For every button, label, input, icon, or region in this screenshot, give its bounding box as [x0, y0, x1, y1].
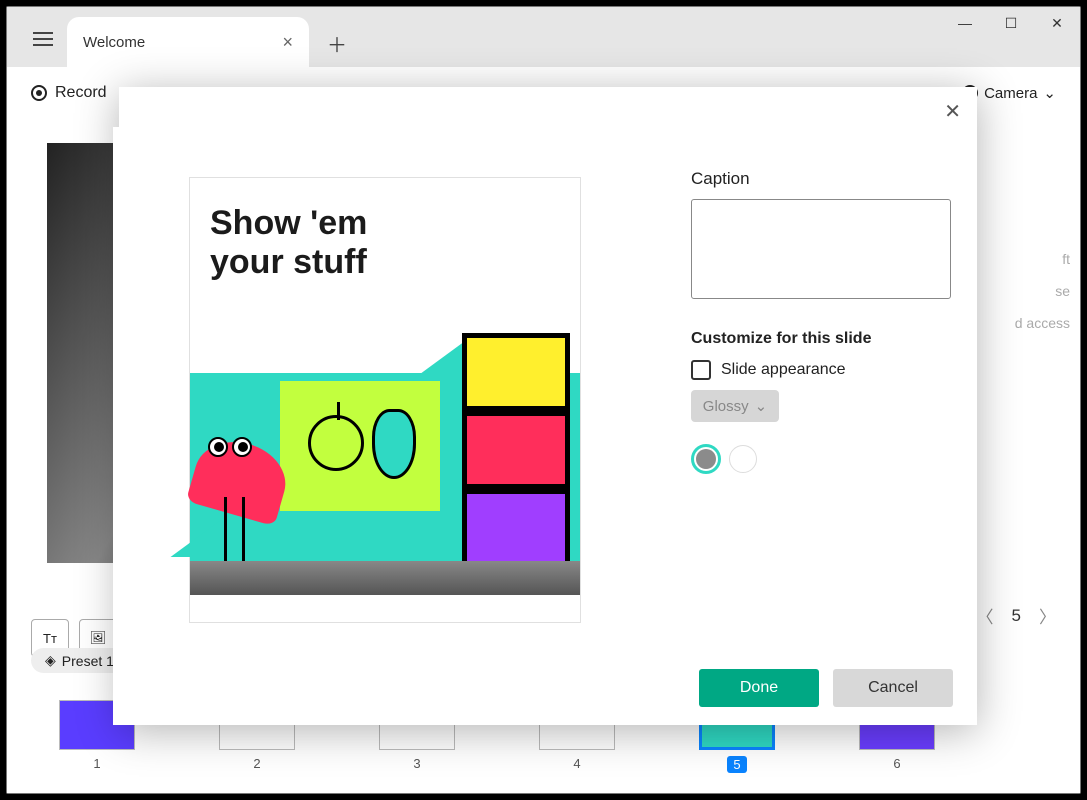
close-window-icon[interactable]: ✕	[1034, 7, 1080, 39]
slide-form: Caption Customize for this slide Slide a…	[691, 169, 981, 474]
slide-appearance-checkbox[interactable]	[691, 360, 711, 380]
next-slide-button[interactable]: 〉	[1039, 603, 1056, 628]
tab-title: Welcome	[83, 34, 145, 51]
slide-settings-modal: ✕ Show 'em your stuff	[119, 87, 977, 725]
preset-icon: ◈	[45, 652, 56, 669]
minimize-icon[interactable]: —	[942, 7, 988, 39]
customize-heading: Customize for this slide	[691, 330, 981, 348]
illustration-panels	[462, 333, 570, 567]
caption-label: Caption	[691, 169, 981, 189]
done-button[interactable]: Done	[699, 669, 819, 707]
color-swatch-selected[interactable]	[691, 444, 721, 474]
cancel-button[interactable]: Cancel	[833, 669, 953, 707]
tab-welcome[interactable]: Welcome ×	[67, 17, 309, 67]
modal-buttons: Done Cancel	[699, 669, 953, 707]
close-modal-button[interactable]: ✕	[944, 99, 961, 124]
illustration-highlight	[280, 381, 440, 511]
chevron-down-icon: ⌄	[755, 397, 768, 415]
panel-text: d access	[970, 315, 1070, 331]
camera-label: Camera	[984, 85, 1037, 102]
preset-label: Preset 1	[62, 653, 114, 669]
record-button[interactable]: Record	[31, 84, 107, 102]
slide-appearance-label: Slide appearance	[721, 361, 846, 379]
record-label: Record	[55, 84, 107, 102]
illustration-watermelon	[194, 433, 304, 563]
window-controls: — ☐ ✕	[942, 7, 1080, 39]
menu-icon[interactable]	[23, 19, 63, 59]
panel-text: ft	[970, 251, 1070, 267]
slide-preview: Show 'em your stuff	[189, 177, 581, 623]
appearance-select-label: Glossy	[703, 398, 749, 415]
appearance-select[interactable]: Glossy ⌄	[691, 390, 779, 422]
record-icon	[31, 85, 47, 101]
slide-title: Show 'em your stuff	[210, 204, 560, 282]
caption-input[interactable]	[691, 199, 951, 299]
color-swatch-blank[interactable]	[729, 445, 757, 473]
chevron-down-icon: ⌄	[1043, 84, 1056, 102]
close-tab-icon[interactable]: ×	[282, 32, 293, 53]
panel-text: se	[970, 283, 1070, 299]
maximize-icon[interactable]: ☐	[988, 7, 1034, 39]
page-number: 5	[1012, 606, 1021, 626]
app-window: Welcome × ＋ — ☐ ✕ Record Camera ⌄ ft se …	[6, 6, 1081, 794]
pager: 〈 5 〉	[977, 603, 1056, 628]
prev-slide-button[interactable]: 〈	[977, 603, 994, 628]
new-tab-button[interactable]: ＋	[327, 29, 347, 58]
titlebar: Welcome × ＋ — ☐ ✕	[7, 7, 1080, 67]
